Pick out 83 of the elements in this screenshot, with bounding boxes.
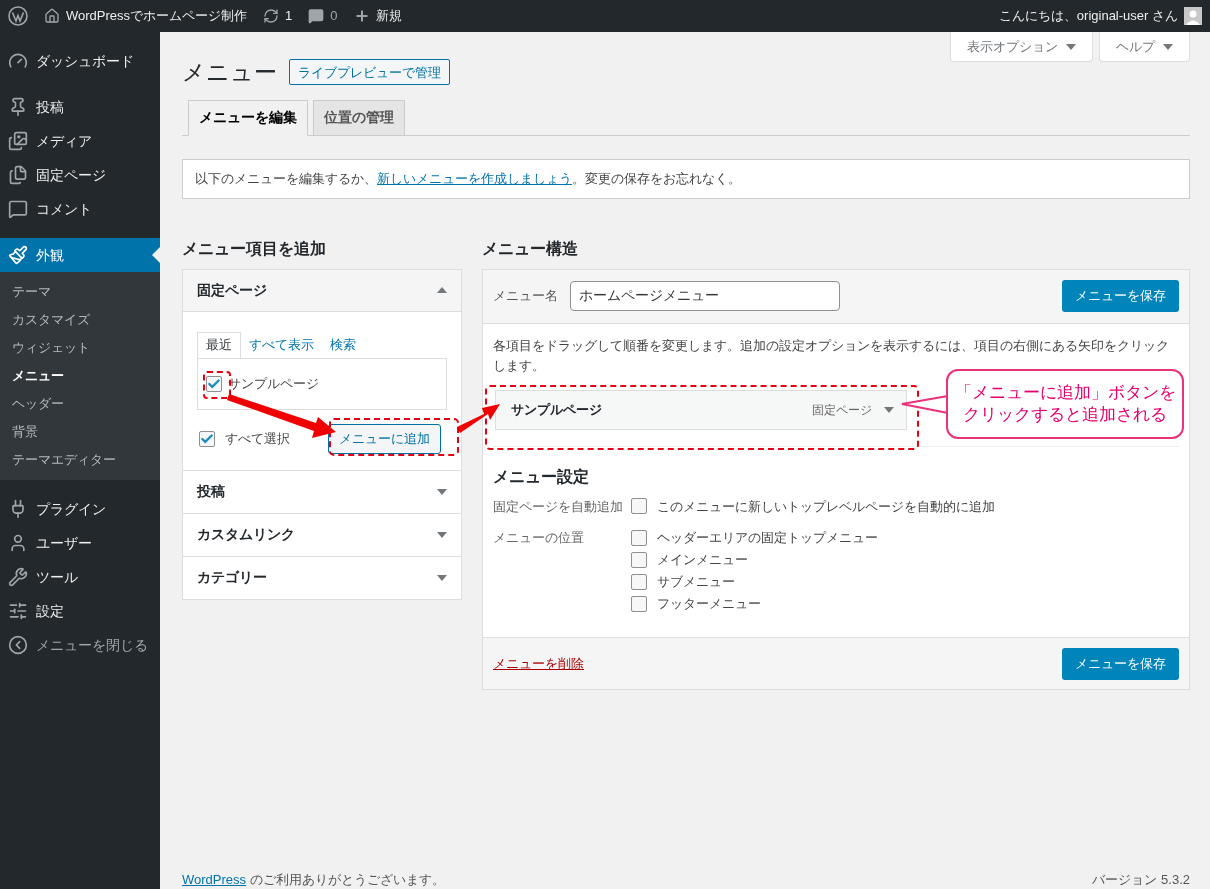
submenu-item[interactable]: テーマエディター xyxy=(0,446,160,474)
submenu-item[interactable]: テーマ xyxy=(0,278,160,306)
caret-down-icon[interactable] xyxy=(437,531,447,538)
sidebar-item[interactable]: ダッシュボード xyxy=(0,44,160,78)
updates-link[interactable]: 1 xyxy=(263,6,293,26)
checkbox[interactable] xyxy=(631,498,647,515)
checkbox-label: すべて選択 xyxy=(225,429,290,448)
sidebar-item[interactable]: 外観 xyxy=(0,238,160,272)
avatar-icon xyxy=(1184,7,1202,25)
accordion-header[interactable]: 固定ページ xyxy=(183,269,461,312)
submenu-item[interactable]: 背景 xyxy=(0,418,160,446)
home-icon xyxy=(44,8,60,24)
sidebar-item[interactable]: ツール xyxy=(0,560,160,594)
plus-icon xyxy=(353,8,370,24)
arrow xyxy=(457,404,500,433)
caret-up-icon[interactable] xyxy=(437,287,447,293)
checkbox[interactable] xyxy=(631,573,647,590)
checkbox-label: このメニューに新しいトップレベルページを自動的に追加 xyxy=(657,497,995,516)
checkbox-label: サブメニュー xyxy=(657,572,735,591)
checkbox-label: ヘッダーエリアの固定トップメニュー xyxy=(657,528,878,547)
checkbox[interactable] xyxy=(199,430,215,447)
screen-options-button[interactable]: 表示オプション xyxy=(950,32,1093,62)
help-button[interactable]: ヘルプ xyxy=(1099,32,1190,62)
page-title: メニュー xyxy=(182,58,277,87)
add-to-menu-button[interactable]: メニューに追加 xyxy=(328,423,441,454)
caret-down-icon[interactable] xyxy=(884,406,894,413)
menu-item-title: サンプルページ xyxy=(511,400,602,419)
submenu-item[interactable]: ヘッダー xyxy=(0,390,160,418)
panel-tab[interactable]: 最近 xyxy=(197,331,241,358)
new-link[interactable]: 新規 xyxy=(353,6,402,26)
checkbox-label: サンプルページ xyxy=(228,374,319,393)
delete-menu-link[interactable]: メニューを削除 xyxy=(493,653,584,674)
nav-tab[interactable]: メニューを編集 xyxy=(188,99,308,136)
sidebar-item[interactable]: プラグイン xyxy=(0,492,160,526)
field-label: メニューの位置 xyxy=(493,529,585,547)
live-preview-button[interactable]: ライブプレビューで管理 xyxy=(289,59,450,86)
callout-tail xyxy=(901,395,949,414)
field-label: メニュー名 xyxy=(493,287,558,306)
sidebar-item[interactable]: メディア xyxy=(0,124,160,158)
caret-down-icon[interactable] xyxy=(437,574,447,581)
caret-down-icon[interactable] xyxy=(437,488,447,495)
sidebar-item[interactable]: 設定 xyxy=(0,594,160,628)
checkbox[interactable] xyxy=(631,595,647,612)
submenu-item[interactable]: ウィジェット xyxy=(0,334,160,362)
checkbox[interactable] xyxy=(206,375,222,392)
sidebar-item[interactable]: コメント xyxy=(0,192,160,226)
checkbox[interactable] xyxy=(631,551,647,568)
caret-down-icon[interactable] xyxy=(1163,43,1173,50)
sidebar-item[interactable]: メニューを閉じる xyxy=(0,628,160,662)
site-link[interactable]: WordPressでホームページ制作 xyxy=(44,6,248,26)
footer-text: WordPress のご利用ありがとうございます。 xyxy=(182,870,445,889)
version-text: バージョン 5.3.2 xyxy=(1092,870,1190,889)
sidebar-item[interactable]: ユーザー xyxy=(0,526,160,560)
callout: 「メニューに追加」ボタンを クリックすると追加される xyxy=(946,369,1184,439)
wordpress-logo-icon[interactable] xyxy=(8,6,28,26)
panel-tab[interactable]: すべて表示 xyxy=(241,331,322,358)
sidebar-item[interactable]: 投稿 xyxy=(0,90,160,124)
comments-link[interactable]: 0 xyxy=(308,6,338,26)
checkbox[interactable] xyxy=(631,529,647,546)
section-heading: メニュー項目を追加 xyxy=(182,238,327,259)
checkbox-label: フッターメニュー xyxy=(657,594,761,613)
nav-tab[interactable]: 位置の管理 xyxy=(313,99,405,136)
refresh-icon xyxy=(263,8,280,24)
submenu-item[interactable]: カスタマイズ xyxy=(0,306,160,334)
menu-item-type: 固定ページ xyxy=(812,401,872,419)
settings-heading: メニュー設定 xyxy=(493,466,590,487)
panel-tab[interactable]: 検索 xyxy=(322,331,364,358)
menu-name-field[interactable]: ホームページメニュー xyxy=(570,281,840,311)
sidebar-item[interactable]: 固定ページ xyxy=(0,158,160,192)
menu-item-bar[interactable]: サンプルページ 固定ページ xyxy=(495,389,907,430)
save-button[interactable]: メニューを保存 xyxy=(1062,647,1179,680)
field-label: 固定ページを自動追加 xyxy=(493,497,624,516)
comment-icon xyxy=(308,8,325,24)
notice-text: 以下のメニューを編集するか、新しいメニューを作成しましょう。変更の保存をお忘れなく。 xyxy=(182,158,1190,199)
caret-down-icon[interactable] xyxy=(1066,43,1076,50)
save-button[interactable]: メニューを保存 xyxy=(1062,280,1179,312)
account-link[interactable]: こんにちは、original-user さん xyxy=(998,6,1202,26)
wordpress-link[interactable]: WordPress xyxy=(182,871,247,887)
current-pointer-icon xyxy=(152,247,160,263)
create-menu-link[interactable]: 新しいメニューを作成しましょう xyxy=(377,168,572,189)
submenu-item[interactable]: メニュー xyxy=(0,362,160,390)
section-heading: メニュー構造 xyxy=(482,238,579,259)
checkbox-label: メインメニュー xyxy=(657,550,748,569)
